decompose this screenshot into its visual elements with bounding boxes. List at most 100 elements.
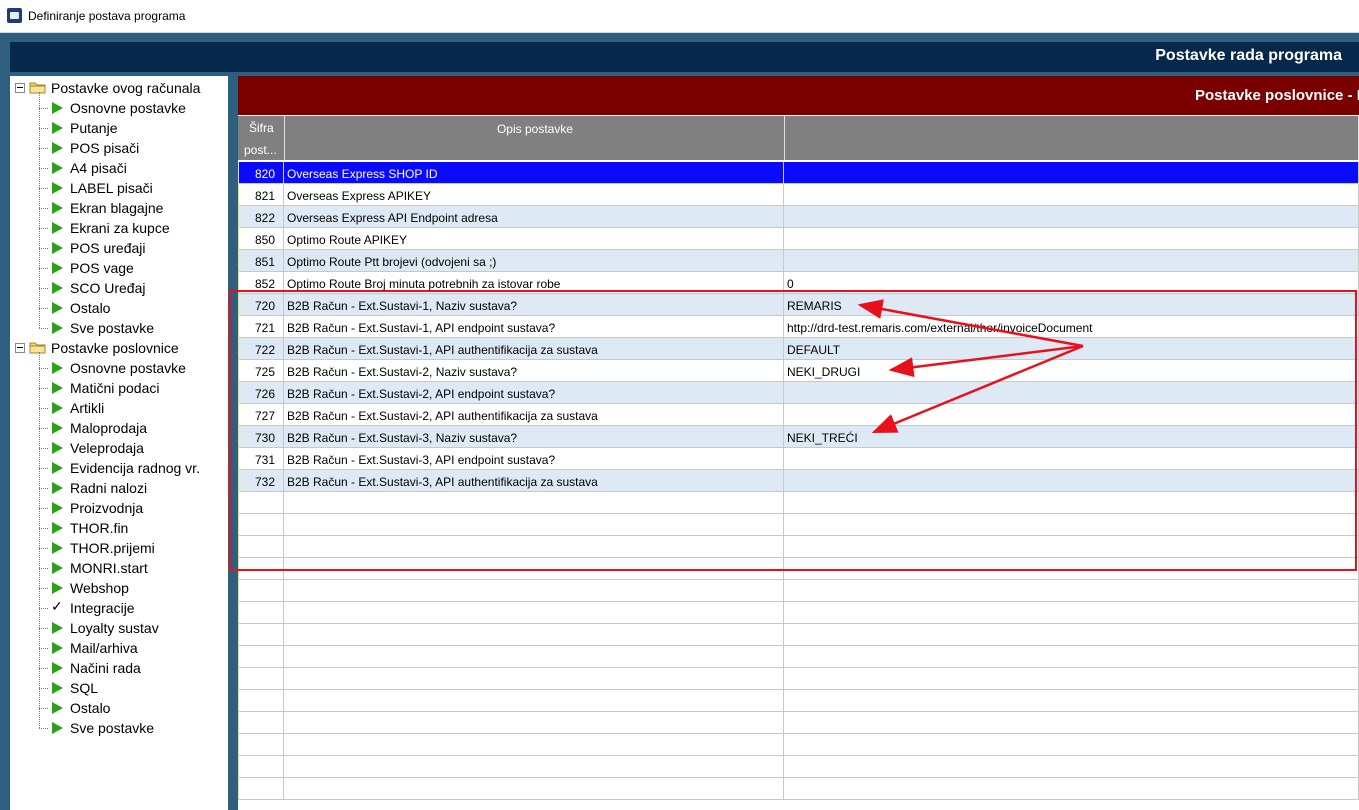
cell-description[interactable]: Overseas Express APIKEY xyxy=(284,184,784,206)
table-row[interactable]: 850 Optimo Route APIKEY xyxy=(238,228,1359,250)
cell-value[interactable] xyxy=(784,602,1359,624)
cell-code[interactable] xyxy=(238,492,284,514)
cell-value[interactable] xyxy=(784,646,1359,668)
column-header-value[interactable] xyxy=(785,116,1359,160)
table-row[interactable] xyxy=(238,734,1359,756)
cell-value[interactable] xyxy=(784,514,1359,536)
tree-item[interactable]: Proizvodnja xyxy=(10,498,228,518)
cell-description[interactable] xyxy=(284,668,784,690)
tree-item[interactable]: SQL xyxy=(10,678,228,698)
cell-description[interactable]: B2B Račun - Ext.Sustavi-1, Naziv sustava… xyxy=(284,294,784,316)
tree-item[interactable]: MONRI.start xyxy=(10,558,228,578)
cell-code[interactable] xyxy=(238,778,284,800)
cell-code[interactable]: 730 xyxy=(238,426,284,448)
cell-value[interactable] xyxy=(784,470,1359,492)
tree-item[interactable]: A4 pisači xyxy=(10,158,228,178)
cell-value[interactable] xyxy=(784,184,1359,206)
cell-description[interactable]: Optimo Route Ptt brojevi (odvojeni sa ;) xyxy=(284,250,784,272)
tree-item[interactable]: Sve postavke xyxy=(10,718,228,738)
table-row[interactable]: 732 B2B Račun - Ext.Sustavi-3, API authen… xyxy=(238,470,1359,492)
cell-description[interactable] xyxy=(284,624,784,646)
cell-code[interactable] xyxy=(238,602,284,624)
cell-code[interactable]: 721 xyxy=(238,316,284,338)
tree-item[interactable]: POS vage xyxy=(10,258,228,278)
cell-value[interactable] xyxy=(784,712,1359,734)
cell-value[interactable]: REMARIS xyxy=(784,294,1359,316)
cell-value[interactable] xyxy=(784,580,1359,602)
cell-description[interactable]: Optimo Route Broj minuta potrebnih za is… xyxy=(284,272,784,294)
cell-code[interactable]: 850 xyxy=(238,228,284,250)
cell-value[interactable] xyxy=(784,756,1359,778)
table-row[interactable]: 726 B2B Račun - Ext.Sustavi-2, API endpoi… xyxy=(238,382,1359,404)
cell-code[interactable] xyxy=(238,514,284,536)
table-row[interactable] xyxy=(238,492,1359,514)
cell-code[interactable]: 722 xyxy=(238,338,284,360)
tree-item[interactable]: Matični podaci xyxy=(10,378,228,398)
cell-value[interactable] xyxy=(784,382,1359,404)
cell-description[interactable] xyxy=(284,580,784,602)
table-row[interactable]: 722 B2B Račun - Ext.Sustavi-1, API authen… xyxy=(238,338,1359,360)
tree-item[interactable]: Maloprodaja xyxy=(10,418,228,438)
tree-item[interactable]: Mail/arhiva xyxy=(10,638,228,658)
cell-code[interactable]: 851 xyxy=(238,250,284,272)
cell-description[interactable]: B2B Račun - Ext.Sustavi-1, API authentif… xyxy=(284,338,784,360)
cell-value[interactable] xyxy=(784,448,1359,470)
cell-code[interactable]: 727 xyxy=(238,404,284,426)
table-row[interactable] xyxy=(238,668,1359,690)
cell-code[interactable] xyxy=(238,624,284,646)
cell-value[interactable] xyxy=(784,690,1359,712)
cell-value[interactable]: DEFAULT xyxy=(784,338,1359,360)
cell-code[interactable]: 852 xyxy=(238,272,284,294)
column-header-description[interactable]: Opis postavke xyxy=(285,116,785,160)
tree-item[interactable]: POS pisači xyxy=(10,138,228,158)
cell-description[interactable] xyxy=(284,778,784,800)
cell-code[interactable] xyxy=(238,536,284,558)
tree-item[interactable]: THOR.fin xyxy=(10,518,228,538)
tree-item[interactable]: Putanje xyxy=(10,118,228,138)
cell-code[interactable] xyxy=(238,646,284,668)
cell-code[interactable] xyxy=(238,712,284,734)
cell-value[interactable] xyxy=(784,668,1359,690)
tree-item[interactable]: ✓ Integracije xyxy=(10,598,228,618)
cell-description[interactable] xyxy=(284,602,784,624)
table-row[interactable] xyxy=(238,602,1359,624)
tree-item[interactable]: Ostalo xyxy=(10,698,228,718)
cell-description[interactable] xyxy=(284,734,784,756)
cell-code[interactable]: 732 xyxy=(238,470,284,492)
tree-item[interactable]: Loyalty sustav xyxy=(10,618,228,638)
cell-value[interactable] xyxy=(784,162,1359,184)
cell-code[interactable]: 820 xyxy=(238,162,284,184)
table-row[interactable]: 727 B2B Račun - Ext.Sustavi-2, API authen… xyxy=(238,404,1359,426)
tree-item[interactable]: Radni nalozi xyxy=(10,478,228,498)
cell-description[interactable]: B2B Račun - Ext.Sustavi-3, API endpoint … xyxy=(284,448,784,470)
cell-description[interactable] xyxy=(284,514,784,536)
table-row[interactable] xyxy=(238,646,1359,668)
cell-description[interactable] xyxy=(284,536,784,558)
cell-description[interactable] xyxy=(284,756,784,778)
table-row[interactable] xyxy=(238,624,1359,646)
cell-description[interactable]: Optimo Route APIKEY xyxy=(284,228,784,250)
tree-item[interactable]: Osnovne postavke xyxy=(10,98,228,118)
table-row[interactable]: 721 B2B Račun - Ext.Sustavi-1, API endpoi… xyxy=(238,316,1359,338)
cell-code[interactable] xyxy=(238,558,284,580)
cell-description[interactable] xyxy=(284,558,784,580)
cell-code[interactable] xyxy=(238,580,284,602)
table-row[interactable] xyxy=(238,536,1359,558)
cell-code[interactable]: 726 xyxy=(238,382,284,404)
tree-item[interactable]: LABEL pisači xyxy=(10,178,228,198)
cell-code[interactable] xyxy=(238,690,284,712)
table-row[interactable] xyxy=(238,514,1359,536)
tree-item[interactable]: Ekrani za kupce xyxy=(10,218,228,238)
tree-item[interactable]: SCO Uređaj xyxy=(10,278,228,298)
table-row[interactable] xyxy=(238,558,1359,580)
tree-item[interactable]: Sve postavke xyxy=(10,318,228,338)
cell-value[interactable] xyxy=(784,228,1359,250)
tree-item[interactable]: THOR.prijemi xyxy=(10,538,228,558)
cell-value[interactable]: 0 xyxy=(784,272,1359,294)
cell-description[interactable]: B2B Račun - Ext.Sustavi-2, Naziv sustava… xyxy=(284,360,784,382)
cell-description[interactable]: Overseas Express API Endpoint adresa xyxy=(284,206,784,228)
cell-description[interactable]: B2B Račun - Ext.Sustavi-2, API authentif… xyxy=(284,404,784,426)
tree-group-this-computer[interactable]: Postavke ovog računala xyxy=(10,78,228,98)
cell-value[interactable] xyxy=(784,624,1359,646)
collapse-icon[interactable] xyxy=(15,343,25,353)
